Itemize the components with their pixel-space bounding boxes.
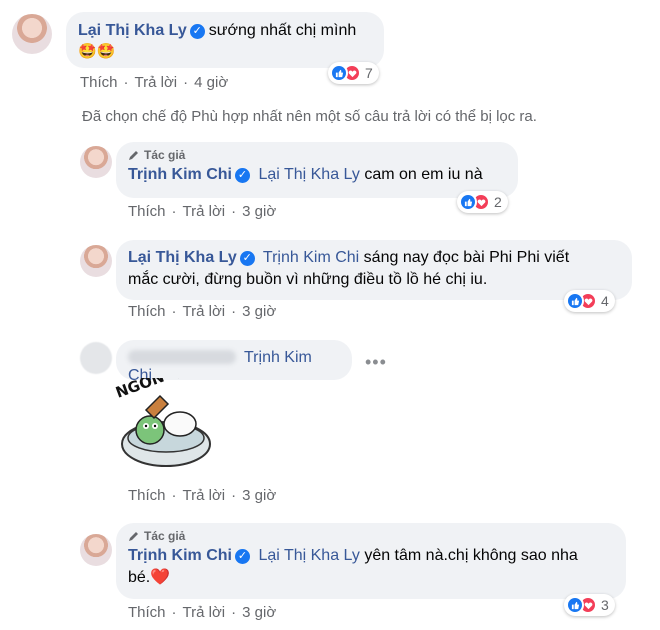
reply-bubble: Tác giả Trịnh Kim Chi ✓ Lại Thị Kha Ly yê… bbox=[116, 523, 626, 599]
like-icon bbox=[330, 64, 348, 82]
reply-actions: Thích · Trả lời · 3 giờ bbox=[128, 487, 277, 504]
reply-author[interactable]: Lại Thị Kha Ly bbox=[128, 249, 237, 266]
reaction-summary[interactable]: 3 bbox=[564, 594, 615, 616]
blurred-author-name bbox=[128, 350, 236, 364]
reply-text-line2: bé. bbox=[128, 569, 151, 586]
reply-actions: Thích · Trả lời · 3 giờ bbox=[128, 203, 277, 220]
reaction-count: 2 bbox=[494, 194, 502, 210]
reply-button[interactable]: Trả lời bbox=[183, 604, 226, 621]
author-badge: Tác giả bbox=[144, 529, 186, 543]
sticker[interactable]: NGON QUÁ!! bbox=[106, 378, 224, 474]
reply-text: cam on em iu nà bbox=[364, 166, 483, 183]
comment-bubble: Lại Thị Kha Ly ✓ sướng nhất chị mình 🤩🤩 bbox=[66, 12, 384, 68]
like-button[interactable]: Thích bbox=[80, 74, 118, 91]
comment-author[interactable]: Lại Thị Kha Ly bbox=[78, 22, 187, 39]
reaction-summary[interactable]: 2 bbox=[457, 191, 508, 213]
like-button[interactable]: Thích bbox=[128, 303, 166, 320]
avatar[interactable] bbox=[80, 534, 112, 566]
comment-text: sướng nhất chị mình bbox=[208, 22, 357, 39]
reaction-count: 3 bbox=[601, 597, 609, 613]
pen-icon bbox=[129, 151, 138, 160]
reply-button[interactable]: Trả lời bbox=[183, 487, 226, 504]
like-icon bbox=[566, 292, 584, 310]
reply-text-line1: sáng nay đọc bài Phi Phi viết bbox=[363, 249, 570, 266]
reaction-summary[interactable]: 7 bbox=[328, 62, 379, 84]
like-button[interactable]: Thích bbox=[128, 604, 166, 621]
mention-link[interactable]: Lại Thị Kha Ly bbox=[258, 547, 359, 564]
sticker-text: NGON QUÁ!! bbox=[113, 378, 218, 402]
timestamp[interactable]: 4 giờ bbox=[194, 74, 228, 91]
avatar[interactable] bbox=[80, 342, 112, 374]
reply-button[interactable]: Trả lời bbox=[183, 203, 226, 220]
timestamp[interactable]: 3 giờ bbox=[242, 203, 276, 220]
reaction-summary[interactable]: 4 bbox=[564, 290, 615, 312]
author-badge: Tác giả bbox=[144, 148, 186, 162]
reply-button[interactable]: Trả lời bbox=[183, 303, 226, 320]
timestamp[interactable]: 3 giờ bbox=[242, 604, 276, 621]
verified-icon: ✓ bbox=[235, 549, 250, 564]
reply-text-line1: yên tâm nà.chị không sao nha bbox=[364, 547, 578, 564]
avatar[interactable] bbox=[12, 14, 52, 54]
comment-emoji: 🤩🤩 bbox=[78, 43, 116, 60]
reply-bubble: Lại Thị Kha Ly ✓ Trịnh Kim Chi sáng nay đ… bbox=[116, 240, 632, 300]
timestamp[interactable]: 3 giờ bbox=[242, 303, 276, 320]
reaction-count: 4 bbox=[601, 293, 609, 309]
reply-bubble: Tác giả Trịnh Kim Chi ✓ Lại Thị Kha Ly ca… bbox=[116, 142, 518, 198]
reply-bubble: Trịnh Kim Chi bbox=[116, 340, 352, 384]
mention-link[interactable]: Lại Thị Kha Ly bbox=[258, 166, 359, 183]
heart-emoji: ❤️ bbox=[150, 569, 171, 586]
like-icon bbox=[459, 193, 477, 211]
avatar[interactable] bbox=[80, 245, 112, 277]
reply-actions: Thích · Trả lời · 3 giờ bbox=[128, 604, 277, 621]
filter-notice: Đã chọn chế độ Phù hợp nhất nên một số c… bbox=[82, 108, 537, 125]
like-icon bbox=[566, 596, 584, 614]
more-horizontal-icon[interactable]: ••• bbox=[365, 352, 387, 373]
comment-actions: Thích · Trả lời · 4 giờ bbox=[80, 74, 229, 91]
like-button[interactable]: Thích bbox=[128, 487, 166, 504]
verified-icon: ✓ bbox=[239, 251, 255, 266]
reply-text-line2: mắc cười, đừng buồn vì những điều tồ lồ … bbox=[128, 271, 488, 288]
reply-actions: Thích · Trả lời · 3 giờ bbox=[128, 303, 277, 320]
timestamp[interactable]: 3 giờ bbox=[242, 487, 276, 504]
reply-author[interactable]: Trịnh Kim Chi bbox=[128, 547, 232, 564]
mention-link[interactable]: Trịnh Kim Chi bbox=[263, 249, 359, 266]
reaction-count: 7 bbox=[365, 65, 373, 81]
avatar[interactable] bbox=[80, 146, 112, 178]
verified-icon: ✓ bbox=[235, 168, 250, 183]
pen-icon bbox=[129, 532, 138, 541]
verified-icon: ✓ bbox=[189, 24, 205, 39]
reply-author[interactable]: Trịnh Kim Chi bbox=[128, 166, 232, 183]
reply-button[interactable]: Trả lời bbox=[135, 74, 178, 91]
like-button[interactable]: Thích bbox=[128, 203, 166, 220]
